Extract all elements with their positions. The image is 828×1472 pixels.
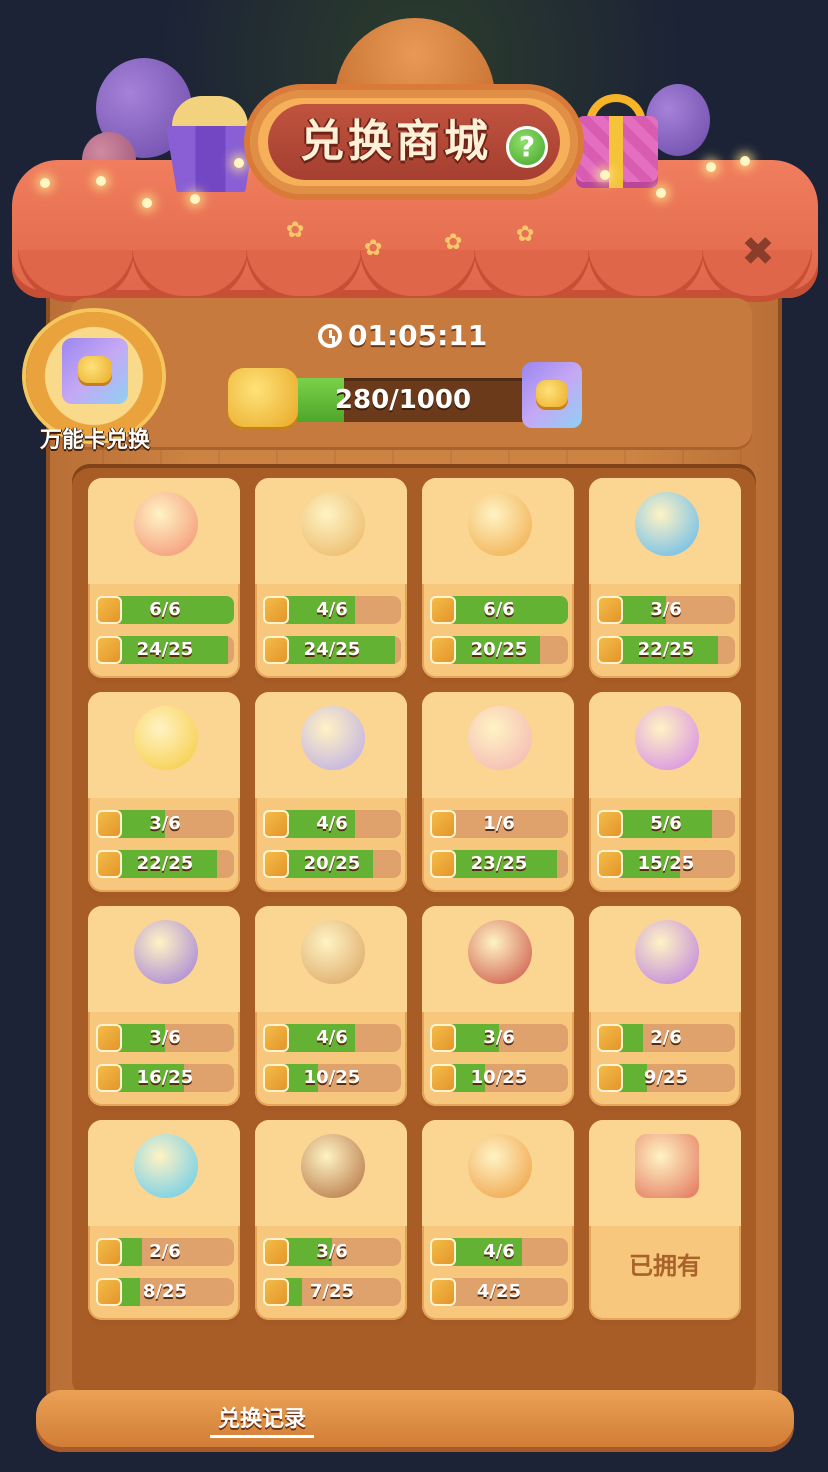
string-light <box>656 188 666 198</box>
fragment-icon <box>263 810 289 838</box>
fragment-icon <box>430 1024 456 1052</box>
reward-card[interactable]: 3/6 22/25 <box>589 478 741 678</box>
reward-card[interactable]: 3/6 16/25 <box>88 906 240 1106</box>
coin-icon <box>536 380 568 410</box>
crystal-frame-icon <box>301 706 365 770</box>
string-light <box>142 198 152 208</box>
party-frame-icon <box>635 920 699 984</box>
gift-box-icon <box>576 116 658 188</box>
card-icon <box>96 850 122 878</box>
card-icon <box>430 1278 456 1306</box>
chick-cupcake-icon <box>134 920 198 984</box>
reward-card[interactable]: 2/6 9/25 <box>589 906 741 1106</box>
card-icon <box>430 1064 456 1092</box>
flower-ornament-icon: ✿ <box>286 218 305 243</box>
card-icon <box>597 1064 623 1092</box>
string-light <box>234 158 244 168</box>
fragment-icon <box>597 596 623 624</box>
fragment-icon <box>263 596 289 624</box>
hi-bubble-pink-icon <box>468 706 532 770</box>
card-icon <box>263 1278 289 1306</box>
fragment-icon <box>96 810 122 838</box>
string-light <box>740 156 750 166</box>
clock-icon <box>318 324 342 348</box>
reward-card[interactable]: 3/6 7/25 <box>255 1120 407 1320</box>
reward-card[interactable]: 2/6 8/25 <box>88 1120 240 1320</box>
fragment-icon <box>430 1238 456 1266</box>
reward-card[interactable]: 已拥有 <box>589 1120 741 1320</box>
card-icon <box>597 850 623 878</box>
fox-girl-avatar-icon <box>635 1134 699 1198</box>
card-icon <box>263 636 289 664</box>
string-light <box>96 176 106 186</box>
string-light <box>600 170 610 180</box>
page-title: 兑换商城 <box>300 116 492 167</box>
card-icon <box>263 850 289 878</box>
reward-card[interactable]: 4/6 20/25 <box>255 692 407 892</box>
reward-card[interactable]: 6/6 20/25 <box>422 478 574 678</box>
reward-card[interactable]: 3/6 22/25 <box>88 692 240 892</box>
reward-card[interactable]: 4/6 10/25 <box>255 906 407 1106</box>
flower-frame-icon <box>301 920 365 984</box>
chick-avatar-icon <box>134 706 198 770</box>
string-light <box>40 178 50 188</box>
points-progress-bar: 280/1000 <box>268 378 538 422</box>
reward-card[interactable]: 3/6 10/25 <box>422 906 574 1106</box>
fragment-icon <box>263 1024 289 1052</box>
fragment-icon <box>430 810 456 838</box>
coin-icon <box>78 356 112 386</box>
pumpkin-frame-icon <box>468 1134 532 1198</box>
help-button[interactable]: ? <box>506 126 548 168</box>
flower-ornament-icon: ✿ <box>364 236 383 261</box>
timer-value: 01:05:11 <box>348 319 488 352</box>
golden-token-icon <box>228 368 298 430</box>
reward-card[interactable]: 1/6 23/25 <box>422 692 574 892</box>
owned-label: 已拥有 <box>629 1252 701 1280</box>
fragment-icon <box>96 1024 122 1052</box>
blue-ghost-icon <box>134 1134 198 1198</box>
reward-card[interactable]: 6/6 24/25 <box>88 478 240 678</box>
card-icon <box>597 636 623 664</box>
card-icon <box>263 1064 289 1092</box>
progress-text: 280/1000 <box>334 385 472 415</box>
string-light <box>706 162 716 172</box>
string-light <box>190 194 200 204</box>
heart-potion-icon <box>635 706 699 770</box>
countdown-timer: 01:05:11 <box>318 316 508 356</box>
flower-ornament-icon: ✿ <box>444 230 463 255</box>
fragment-icon <box>597 810 623 838</box>
reward-card[interactable]: 4/6 24/25 <box>255 478 407 678</box>
bear-avatar-icon <box>301 1134 365 1198</box>
card-icon <box>430 636 456 664</box>
ring-frame-icon <box>468 492 532 556</box>
card-icon <box>96 636 122 664</box>
fragment-icon <box>263 1238 289 1266</box>
sailor-frame-icon <box>301 492 365 556</box>
card-icon <box>96 1278 122 1306</box>
exchange-history-link[interactable]: 兑换记录 <box>210 1402 314 1438</box>
fragment-icon <box>430 596 456 624</box>
close-button[interactable]: ✖ <box>734 228 782 276</box>
pink-fish-avatar-icon <box>635 492 699 556</box>
lucky-cat-fox-icon <box>134 492 198 556</box>
reward-card[interactable]: 5/6 15/25 <box>589 692 741 892</box>
fragment-icon <box>597 1024 623 1052</box>
card-icon <box>430 850 456 878</box>
wildcard-exchange-label: 万能卡兑换 <box>39 428 150 453</box>
card-icon <box>96 1064 122 1092</box>
footer-bar <box>36 1390 794 1452</box>
hi-bubble-red-icon <box>468 920 532 984</box>
fragment-icon <box>96 596 122 624</box>
flower-ornament-icon: ✿ <box>516 222 535 247</box>
reward-card[interactable]: 4/6 4/25 <box>422 1120 574 1320</box>
fragment-icon <box>96 1238 122 1266</box>
